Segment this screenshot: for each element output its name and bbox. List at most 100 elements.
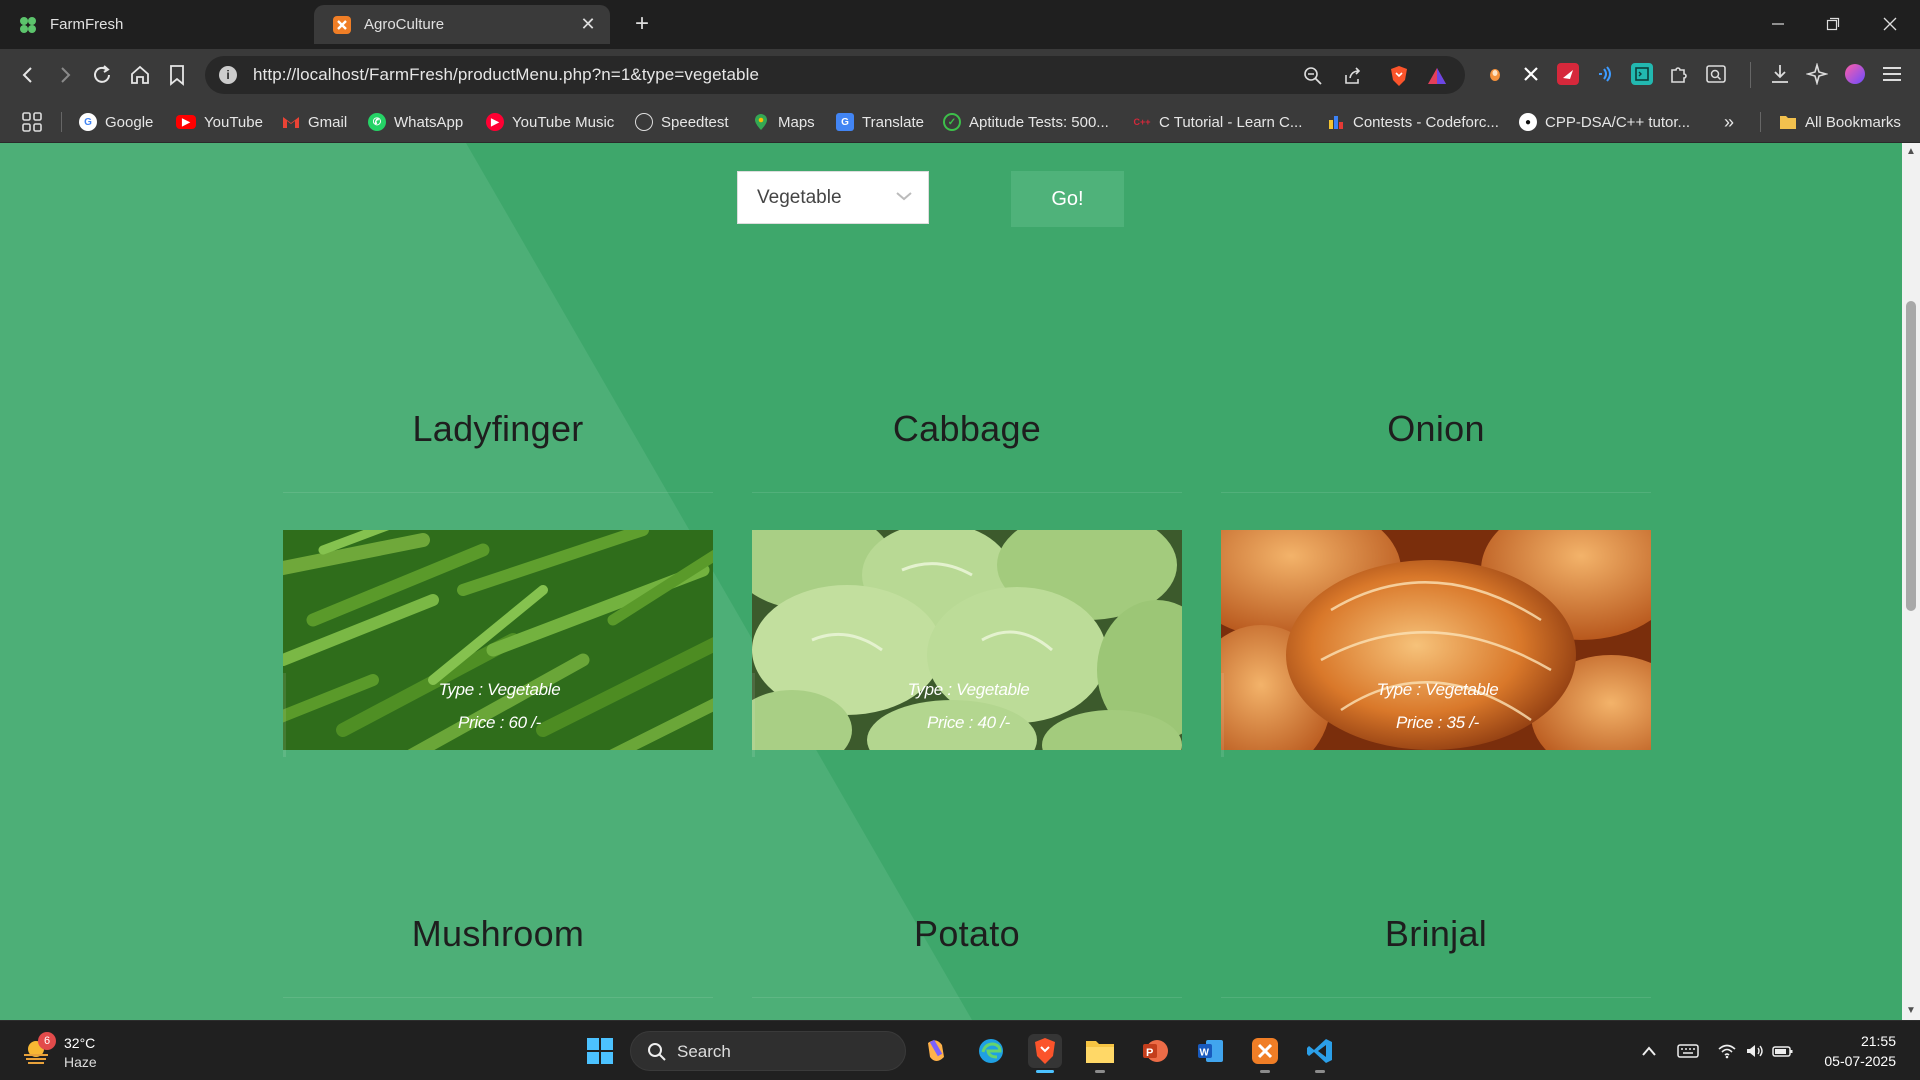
- extension-code-icon[interactable]: [1631, 63, 1653, 85]
- svg-text:P: P: [1146, 1047, 1153, 1059]
- leo-ai-icon[interactable]: [1806, 63, 1828, 85]
- divider: [283, 492, 713, 493]
- scroll-down-icon[interactable]: ▼: [1902, 1002, 1920, 1020]
- back-icon[interactable]: [14, 61, 42, 89]
- bookmark-icon[interactable]: [163, 61, 191, 89]
- keyboard-icon[interactable]: [1676, 1039, 1700, 1063]
- brave-shields-icon[interactable]: [1388, 65, 1410, 87]
- system-clock[interactable]: 21:55 05-07-2025: [1824, 1031, 1896, 1071]
- bookmark-google[interactable]: G Google: [79, 110, 153, 134]
- product-name: Onion: [1387, 408, 1485, 449]
- bookmark-aptitude[interactable]: ✓ Aptitude Tests: 500...: [943, 110, 1109, 134]
- site-info-icon[interactable]: i: [219, 66, 237, 84]
- bookmark-github[interactable]: ● CPP-DSA/C++ tutor...: [1519, 110, 1690, 134]
- extensions-puzzle-icon[interactable]: [1668, 63, 1690, 85]
- bookmark-speedtest[interactable]: Speedtest: [635, 110, 729, 134]
- address-bar[interactable]: i http://localhost/FarmFresh/productMenu…: [205, 56, 1465, 94]
- bookmark-label: Aptitude Tests: 500...: [969, 113, 1109, 131]
- bookmark-codeforces[interactable]: Contests - Codeforc...: [1327, 110, 1499, 134]
- google-icon: G: [79, 113, 97, 131]
- menu-icon[interactable]: [1881, 63, 1903, 85]
- zoom-icon[interactable]: [1302, 65, 1324, 87]
- extension-orange-icon[interactable]: [1484, 63, 1506, 85]
- volume-icon[interactable]: [1743, 1039, 1767, 1063]
- scroll-up-icon[interactable]: ▲: [1902, 143, 1920, 161]
- weather-widget[interactable]: 6 32°C Haze: [22, 1029, 142, 1073]
- taskbar-search[interactable]: Search: [630, 1031, 906, 1071]
- youtube-music-icon: ▶: [486, 113, 504, 131]
- divider: [752, 997, 1182, 998]
- bookmark-label: All Bookmarks: [1805, 113, 1901, 131]
- battery-icon[interactable]: [1771, 1039, 1795, 1063]
- powerpoint-icon[interactable]: P: [1138, 1034, 1172, 1068]
- bookmark-translate[interactable]: G Translate: [836, 110, 924, 134]
- product-details: Type : Vegetable Price : 40 /-: [752, 673, 1182, 757]
- gmail-icon: [282, 113, 300, 131]
- bookmark-whatsapp[interactable]: ✆ WhatsApp: [368, 110, 463, 134]
- forward-icon[interactable]: [51, 61, 79, 89]
- svg-text:W: W: [1200, 1048, 1210, 1059]
- word-icon[interactable]: W: [1193, 1034, 1227, 1068]
- bookmarks-divider: [61, 112, 62, 132]
- extension-red-icon[interactable]: [1557, 63, 1579, 85]
- chevron-up-icon[interactable]: [1637, 1039, 1661, 1063]
- folder-icon: [1779, 113, 1797, 131]
- go-button[interactable]: Go!: [1011, 171, 1124, 227]
- divider: [1221, 492, 1651, 493]
- edge-icon[interactable]: [974, 1034, 1008, 1068]
- product-type-select[interactable]: Vegetable: [737, 171, 929, 224]
- bookmark-youtube[interactable]: ▶ YouTube: [176, 110, 263, 134]
- search-label: Search: [677, 1042, 731, 1061]
- product-name: Mushroom: [411, 913, 585, 954]
- screenshot-search-icon[interactable]: [1705, 63, 1727, 85]
- copilot-icon[interactable]: [919, 1034, 953, 1068]
- page-scrollbar[interactable]: ▲ ▼: [1902, 143, 1920, 1020]
- tab-agroculture[interactable]: AgroCulture ✕: [314, 5, 610, 44]
- product-name: Brinjal: [1384, 913, 1488, 954]
- restore-icon[interactable]: [1813, 8, 1853, 40]
- all-bookmarks-folder[interactable]: All Bookmarks: [1779, 110, 1901, 134]
- extension-wave-icon[interactable]: [1594, 63, 1616, 85]
- running-indicator: [1095, 1070, 1105, 1073]
- product-details: Type : Vegetable Price : 35 /-: [1221, 673, 1651, 757]
- search-icon: [648, 1043, 666, 1061]
- home-icon[interactable]: [126, 61, 154, 89]
- product-price: Price : 35 /-: [1395, 713, 1480, 732]
- share-icon[interactable]: [1342, 65, 1364, 87]
- scrollbar-thumb[interactable]: [1906, 301, 1916, 611]
- minimize-icon[interactable]: [1758, 8, 1798, 40]
- brave-taskbar-icon[interactable]: [1028, 1034, 1062, 1073]
- bookmarks-divider: [1760, 112, 1761, 132]
- chevron-down-icon: [896, 192, 912, 201]
- running-indicator: [1315, 1070, 1325, 1073]
- brave-rewards-icon[interactable]: [1426, 65, 1448, 87]
- clock-date: 05-07-2025: [1824, 1053, 1896, 1069]
- file-explorer-icon[interactable]: [1083, 1034, 1117, 1073]
- wifi-icon[interactable]: [1715, 1039, 1739, 1063]
- profile-avatar-icon[interactable]: [1844, 63, 1866, 85]
- reload-icon[interactable]: [88, 61, 116, 89]
- tab-farmfresh[interactable]: FarmFresh: [0, 5, 310, 44]
- clock-time: 21:55: [1860, 1033, 1896, 1049]
- windows-start-icon[interactable]: [583, 1034, 617, 1068]
- bookmark-maps[interactable]: Maps: [752, 110, 815, 134]
- bookmark-youtube-music[interactable]: ▶ YouTube Music: [486, 110, 614, 134]
- cpp-icon: C++: [1133, 117, 1151, 127]
- download-icon[interactable]: [1769, 63, 1791, 85]
- bookmark-label: Maps: [778, 113, 815, 131]
- apps-grid-icon[interactable]: [21, 110, 43, 134]
- close-window-icon[interactable]: [1870, 8, 1910, 40]
- extension-x-icon[interactable]: [1520, 63, 1542, 85]
- check-circle-icon: ✓: [943, 113, 961, 131]
- active-indicator: [1036, 1070, 1054, 1073]
- new-tab-button[interactable]: +: [628, 10, 656, 38]
- bookmarks-overflow-button[interactable]: »: [1724, 110, 1734, 134]
- close-tab-icon[interactable]: ✕: [578, 14, 598, 34]
- bookmark-label: C Tutorial - Learn C...: [1159, 113, 1303, 131]
- xampp-taskbar-icon[interactable]: [1248, 1034, 1282, 1073]
- bookmark-gmail[interactable]: Gmail: [282, 110, 347, 134]
- bookmark-label: Contests - Codeforc...: [1353, 113, 1499, 131]
- bookmark-c-tutorial[interactable]: C++ C Tutorial - Learn C...: [1133, 110, 1302, 134]
- windows-taskbar: 6 32°C Haze Search P W 21:55 05-07-2025: [0, 1020, 1920, 1080]
- vscode-icon[interactable]: [1303, 1034, 1337, 1073]
